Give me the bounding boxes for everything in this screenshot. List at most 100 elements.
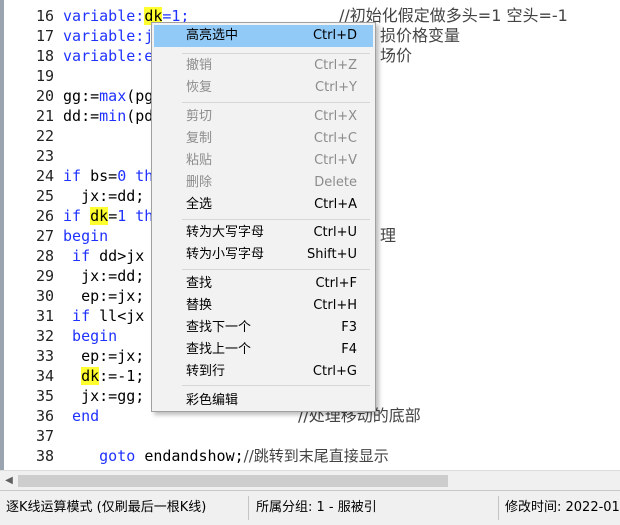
menu-item-uppercase[interactable]: 转为大写字母 Ctrl+U (154, 222, 373, 244)
code-text: if bs=0 th (63, 166, 153, 186)
code-text: if ll<jx (63, 306, 144, 326)
code-token: ll<jx (99, 307, 145, 325)
status-divider (248, 496, 249, 520)
menu-item-find[interactable]: 查找 Ctrl+F (154, 273, 373, 295)
line-number: 25 (35, 187, 54, 205)
code-text: if dd>jx (63, 246, 144, 266)
code-token: jx:=dd; (63, 187, 145, 205)
code-text: begin (63, 226, 108, 246)
context-menu: 高亮选中 Ctrl+D 撤销 Ctrl+Z 恢复 Ctrl+Y 剪切 Ctrl+… (151, 22, 376, 412)
highlighted-token: dk (81, 367, 100, 385)
menu-item-paste[interactable]: 粘贴 Ctrl+V (154, 150, 373, 172)
menu-item-find-previous[interactable]: 查找上一个 F4 (154, 339, 373, 361)
code-token: 1 th (117, 207, 154, 225)
horizontal-scrollbar[interactable]: ◀ (0, 470, 620, 490)
code-token: if (63, 207, 91, 225)
menu-item-find-next[interactable]: 查找下一个 F3 (154, 317, 373, 339)
menu-separator (182, 269, 370, 270)
code-line[interactable]: 17 variable:j (8, 26, 153, 46)
code-text: variable:e (63, 46, 153, 66)
menu-item-delete[interactable]: 删除 Delete (154, 172, 373, 194)
code-line[interactable]: 24 if bs=0 th (8, 166, 153, 186)
menu-separator (182, 385, 370, 386)
line-number: 28 (35, 247, 54, 265)
code-text: jx:=dd; (63, 186, 144, 206)
menu-item-redo[interactable]: 恢复 Ctrl+Y (154, 77, 373, 99)
code-token: max (99, 87, 127, 105)
code-line[interactable]: 38 goto endandshow;//跳转到末尾直接显示 (8, 446, 389, 466)
highlighted-token: dk (90, 207, 109, 225)
menu-item-select-all[interactable]: 全选 Ctrl+A (154, 194, 373, 216)
code-line[interactable]: 26 if dk=1 th (8, 206, 153, 226)
code-line[interactable]: 30 ep:=jx; (8, 286, 144, 306)
menu-separator (182, 102, 370, 103)
code-token: jx:=gg; (63, 387, 145, 405)
code-token: ep:=jx; (63, 347, 145, 365)
code-token: variable: (63, 7, 145, 25)
line-number: 35 (35, 387, 54, 405)
code-line[interactable]: 25 jx:=dd; (8, 186, 144, 206)
code-text: ep:=jx; (63, 346, 144, 366)
code-token: min (99, 107, 127, 125)
code-token: bs= (90, 167, 118, 185)
menu-item-highlight-selection[interactable]: 高亮选中 Ctrl+D (154, 25, 373, 47)
line-number: 31 (35, 307, 54, 325)
menu-item-copy[interactable]: 复制 Ctrl+C (154, 128, 373, 150)
code-token: if (63, 167, 91, 185)
status-divider (498, 496, 499, 520)
code-line[interactable]: 22 (8, 126, 63, 146)
status-bar: 逐K线运算模式 (仅刷最后一根K线) 所属分组: 1 - 服被引 修改时间: 2… (0, 490, 620, 525)
code-token: gg:= (63, 87, 100, 105)
status-group: 所属分组: 1 - 服被引 (256, 500, 377, 515)
code-line[interactable]: 36 end (8, 406, 99, 426)
code-comment: 理 (380, 226, 397, 245)
line-number: 30 (35, 287, 54, 305)
line-number: 20 (35, 87, 54, 105)
menu-item-goto-line[interactable]: 转到行 Ctrl+G (154, 361, 373, 383)
menu-item-lowercase[interactable]: 转为小写字母 Shift+U (154, 244, 373, 266)
code-line[interactable]: 31 if ll<jx (8, 306, 144, 326)
code-token: dd>jx (99, 247, 145, 265)
code-line[interactable]: 20 gg:=max(pg (8, 86, 153, 106)
line-number: 34 (35, 367, 54, 385)
line-number: 17 (35, 27, 54, 45)
line-number: 24 (35, 167, 54, 185)
line-number: 37 (35, 427, 54, 445)
code-line[interactable]: 28 if dd>jx (8, 246, 144, 266)
code-token: end (63, 407, 100, 425)
code-line[interactable]: 33 ep:=jx; (8, 346, 144, 366)
code-line[interactable]: 34 dk:=-1; (8, 366, 144, 386)
line-number: 32 (35, 327, 54, 345)
line-number: 36 (35, 407, 54, 425)
code-line[interactable]: 23 (8, 146, 63, 166)
code-token: (pg (126, 87, 154, 105)
code-token: variable:j (63, 27, 154, 45)
menu-item-replace[interactable]: 替换 Ctrl+H (154, 295, 373, 317)
code-token: = (108, 207, 118, 225)
scroll-left-icon[interactable]: ◀ (2, 474, 16, 488)
code-text: goto endandshow;//跳转到末尾直接显示 (63, 446, 389, 466)
code-text: variable:j (63, 26, 153, 46)
code-text: jx:=gg; (63, 386, 144, 406)
menu-item-color-edit[interactable]: 彩色编辑 (154, 390, 373, 412)
menu-item-undo[interactable]: 撤销 Ctrl+Z (154, 55, 373, 77)
scrollbar-thumb[interactable] (18, 475, 448, 487)
code-token: jx:=dd; (63, 267, 145, 285)
code-text: jx:=dd; (63, 266, 144, 286)
code-line[interactable]: 32 begin (8, 326, 117, 346)
line-number: 21 (35, 107, 54, 125)
menu-item-cut[interactable]: 剪切 Ctrl+X (154, 106, 373, 128)
code-token: ep:=jx; (63, 287, 145, 305)
code-line[interactable]: 35 jx:=gg; (8, 386, 144, 406)
code-text: ep:=jx; (63, 286, 144, 306)
menu-separator (182, 219, 370, 220)
code-line[interactable]: 18 variable:e (8, 46, 153, 66)
code-line[interactable]: 27 begin (8, 226, 108, 246)
code-line[interactable]: 37 (8, 426, 63, 446)
code-token: if (63, 247, 100, 265)
code-comment: //跳转到末尾直接显示 (243, 447, 389, 465)
code-line[interactable]: 29 jx:=dd; (8, 266, 144, 286)
code-line[interactable]: 19 (8, 66, 63, 86)
code-comment: 场价 (380, 46, 413, 65)
code-line[interactable]: 21 dd:=min(pd (8, 106, 153, 126)
